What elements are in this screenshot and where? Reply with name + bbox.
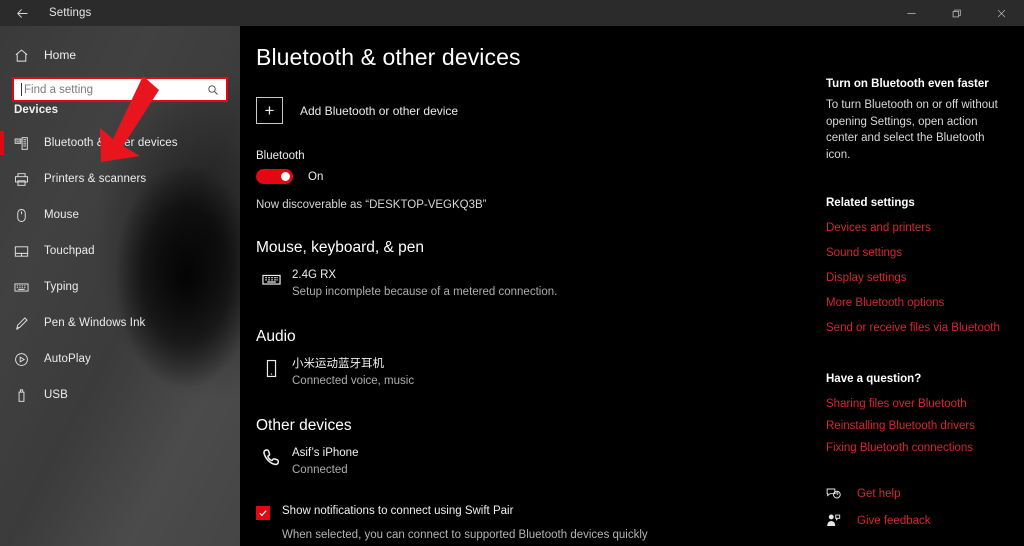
touchpad-icon (14, 244, 38, 259)
get-help-link[interactable]: Get help (826, 486, 1024, 501)
section-heading: Audio (256, 328, 296, 345)
device-info: 2.4G RX Setup incomplete because of a me… (292, 268, 557, 300)
phone-handset-icon (256, 446, 286, 467)
device-status: Connected voice, music (292, 375, 415, 387)
usb-icon (14, 388, 38, 403)
minimize-button[interactable] (889, 0, 934, 26)
back-arrow-icon[interactable] (0, 0, 44, 26)
keyboard-icon (14, 280, 38, 295)
window-controls (889, 0, 1024, 26)
tip-title: Turn on Bluetooth even faster (826, 78, 989, 90)
question-title: Have a question? (826, 373, 922, 385)
home-icon (14, 48, 38, 63)
mouse-icon (14, 208, 38, 223)
settings-window: Settings Home Find a setting Devices Blu… (0, 0, 1024, 546)
sidebar-item-touchpad[interactable]: Touchpad (0, 233, 240, 269)
sidebar-item-label: Bluetooth & other devices (44, 137, 178, 149)
sidebar-item-typing[interactable]: Typing (0, 269, 240, 305)
sidebar-item-label: Touchpad (44, 245, 95, 257)
related-link-more-bluetooth-options[interactable]: More Bluetooth options (826, 297, 1024, 309)
swift-pair-label: Show notifications to connect using Swif… (282, 505, 514, 517)
sidebar-item-home[interactable]: Home (0, 40, 240, 70)
related-link-display-settings[interactable]: Display settings (826, 272, 1024, 284)
give-feedback-label: Give feedback (857, 514, 931, 527)
device-status: Connected (292, 464, 348, 476)
window-title: Settings (49, 7, 92, 19)
sidebar-item-mouse[interactable]: Mouse (0, 197, 240, 233)
add-device-button[interactable]: + Add Bluetooth or other device (256, 97, 810, 124)
checkbox-checked-icon[interactable] (256, 506, 270, 520)
related-link-devices-and-printers[interactable]: Devices and printers (826, 222, 1024, 234)
bluetooth-toggle-state: On (308, 170, 324, 183)
sidebar-item-printers-scanners[interactable]: Printers & scanners (0, 161, 240, 197)
maximize-button[interactable] (934, 0, 979, 26)
device-row[interactable]: 2.4G RX Setup incomplete because of a me… (256, 268, 810, 300)
bluetooth-toggle-row: On (256, 169, 810, 184)
sidebar-nav-list: Bluetooth & other devices Printers & sca… (0, 125, 240, 413)
device-info: Asif’s iPhone Connected (292, 446, 358, 478)
bluetooth-devices-icon (14, 136, 38, 151)
search-placeholder: Find a setting (24, 83, 94, 96)
headset-device-icon (256, 357, 286, 378)
sidebar-item-label: Printers & scanners (44, 173, 147, 185)
sidebar-home-label: Home (44, 48, 77, 62)
device-row[interactable]: Asif’s iPhone Connected (256, 446, 810, 478)
swift-pair-note: When selected, you can connect to suppor… (282, 529, 648, 541)
sidebar-item-label: USB (44, 389, 68, 401)
sidebar-item-label: Mouse (44, 209, 80, 221)
title-bar-left: Settings (0, 0, 91, 26)
bluetooth-toggle[interactable] (256, 169, 293, 184)
toggle-knob (281, 172, 290, 181)
add-device-label: Add Bluetooth or other device (300, 103, 459, 118)
close-button[interactable] (979, 0, 1024, 26)
text-caret (21, 83, 22, 96)
pen-icon (14, 316, 38, 331)
question-link-sharing-files[interactable]: Sharing files over Bluetooth (826, 398, 1024, 410)
sidebar-item-usb[interactable]: USB (0, 377, 240, 413)
related-link-send-receive-files[interactable]: Send or receive files via Bluetooth (826, 322, 1024, 334)
give-feedback-link[interactable]: Give feedback (826, 513, 1024, 528)
tip-body: To turn Bluetooth on or off without open… (826, 99, 998, 161)
bluetooth-label: Bluetooth (256, 150, 305, 162)
discoverable-text: Now discoverable as “DESKTOP-VEGKQ3B” (256, 199, 487, 211)
plus-icon: + (256, 97, 283, 124)
search-input[interactable]: Find a setting (12, 77, 228, 102)
device-name: 2.4G RX (292, 269, 337, 281)
right-rail: Turn on Bluetooth even faster To turn Bl… (810, 26, 1024, 546)
section-heading: Mouse, keyboard, & pen (256, 239, 425, 256)
device-status: Setup incomplete because of a metered co… (292, 286, 558, 298)
sidebar-item-pen-windows-ink[interactable]: Pen & Windows Ink (0, 305, 240, 341)
question-link-fixing-connections[interactable]: Fixing Bluetooth connections (826, 442, 1024, 454)
device-name: 小米运动蓝牙耳机 (292, 358, 384, 370)
device-row[interactable]: 小米运动蓝牙耳机 Connected voice, music (256, 357, 810, 389)
printer-icon (14, 172, 38, 187)
sidebar-item-bluetooth-other-devices[interactable]: Bluetooth & other devices (0, 125, 240, 161)
main-content: Bluetooth & other devices + Add Bluetoot… (240, 26, 810, 546)
autoplay-icon (14, 352, 38, 367)
title-bar: Settings (0, 0, 1024, 26)
device-info: 小米运动蓝牙耳机 Connected voice, music (292, 357, 414, 389)
feedback-icon (826, 513, 848, 528)
sidebar-item-label: AutoPlay (44, 353, 91, 365)
sidebar-item-label: Pen & Windows Ink (44, 317, 146, 329)
sidebar-group-title: Devices (14, 104, 59, 116)
get-help-label: Get help (857, 487, 901, 500)
page-title: Bluetooth & other devices (256, 44, 521, 70)
section-heading: Other devices (256, 417, 352, 434)
sidebar-item-label: Typing (44, 281, 79, 293)
help-bubble-icon (826, 486, 848, 501)
swift-pair-checkbox-row[interactable]: Show notifications to connect using Swif… (256, 505, 810, 520)
keyboard-icon (256, 268, 286, 289)
question-link-reinstalling-drivers[interactable]: Reinstalling Bluetooth drivers (826, 420, 1024, 432)
device-name: Asif’s iPhone (292, 447, 359, 459)
related-settings-title: Related settings (826, 197, 915, 209)
rail-footer: Get help Give feedback (826, 486, 1024, 528)
search-icon[interactable] (207, 84, 219, 96)
related-link-sound-settings[interactable]: Sound settings (826, 247, 1024, 259)
sidebar-item-autoplay[interactable]: AutoPlay (0, 341, 240, 377)
sidebar: Home Find a setting Devices Bluetooth & … (0, 26, 240, 546)
